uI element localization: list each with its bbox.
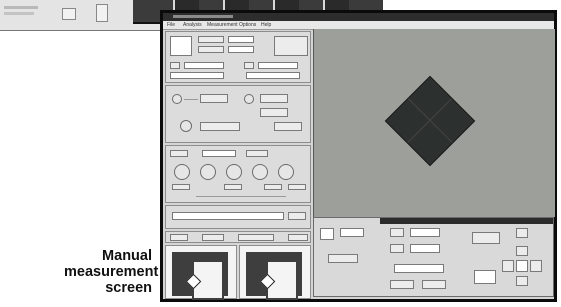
d2-value-field[interactable] bbox=[410, 244, 440, 253]
turret-tab[interactable] bbox=[170, 150, 188, 157]
caption-line: Manual bbox=[102, 248, 152, 264]
thumbnail-dark-area bbox=[172, 252, 228, 300]
window-title bbox=[173, 15, 233, 18]
menu-help[interactable]: Help bbox=[261, 21, 271, 29]
divider bbox=[196, 196, 286, 197]
objective-lens-icon[interactable] bbox=[226, 164, 242, 180]
stage-button[interactable] bbox=[198, 46, 224, 53]
stage-coordinate-field[interactable] bbox=[184, 62, 224, 69]
speed-selector[interactable] bbox=[474, 270, 496, 284]
center-button[interactable] bbox=[516, 260, 528, 272]
stage-input-field[interactable] bbox=[170, 72, 224, 79]
toolbar-button[interactable] bbox=[288, 234, 308, 241]
measure-value-field[interactable] bbox=[340, 228, 364, 237]
light-button[interactable] bbox=[200, 94, 228, 103]
stage-home-button[interactable] bbox=[274, 36, 308, 56]
d2-button[interactable] bbox=[390, 244, 404, 253]
stage-input-field[interactable] bbox=[246, 72, 300, 79]
menu-measurement[interactable]: Measurement bbox=[207, 21, 238, 29]
micrograph-image-view[interactable] bbox=[313, 29, 555, 217]
light-focus-panel bbox=[165, 85, 311, 143]
zoom-button[interactable] bbox=[200, 122, 240, 131]
diamond-indentation-icon bbox=[384, 75, 476, 167]
measure-button[interactable] bbox=[328, 254, 358, 263]
d1-button[interactable] bbox=[390, 228, 404, 237]
background-window-text-line bbox=[4, 6, 38, 9]
dialog-titlebar bbox=[380, 218, 553, 224]
arrow-right-button[interactable] bbox=[530, 260, 542, 272]
ok-button[interactable] bbox=[390, 280, 414, 289]
arrow-down-button[interactable] bbox=[516, 276, 528, 286]
figure-caption: Manual measurement screen bbox=[64, 248, 159, 296]
toolbar-button[interactable] bbox=[238, 234, 274, 241]
thumbnail-image[interactable] bbox=[239, 245, 311, 300]
auto-focus-button[interactable] bbox=[260, 108, 288, 117]
objective-field[interactable] bbox=[202, 150, 236, 157]
arrow-up-button[interactable] bbox=[516, 228, 528, 238]
stage-small-button[interactable] bbox=[244, 62, 254, 69]
arrow-left-button[interactable] bbox=[502, 260, 514, 272]
stage-position-icon bbox=[170, 36, 192, 56]
zoom-radio-icon[interactable] bbox=[180, 120, 192, 132]
thumbnail-dark-area bbox=[246, 252, 302, 300]
turret-tab[interactable] bbox=[246, 150, 268, 157]
menu-analysis[interactable]: Analysis bbox=[183, 21, 202, 29]
divider bbox=[184, 99, 198, 100]
stage-small-button[interactable] bbox=[170, 62, 180, 69]
objective-lens-icon[interactable] bbox=[200, 164, 216, 180]
objective-select-button[interactable] bbox=[224, 184, 242, 190]
manual-measurement-window: File Analysis Measurement Options Help bbox=[160, 10, 557, 302]
stage-coordinate-field[interactable] bbox=[258, 62, 298, 69]
background-window-text-line bbox=[4, 12, 34, 15]
position-slider[interactable] bbox=[172, 212, 284, 220]
cancel-button[interactable] bbox=[422, 280, 446, 289]
apply-button[interactable] bbox=[274, 122, 302, 131]
objective-lens-icon[interactable] bbox=[278, 164, 294, 180]
objective-select-button[interactable] bbox=[264, 184, 282, 190]
hardness-value-field bbox=[394, 264, 444, 273]
stage-value-field[interactable] bbox=[228, 36, 254, 43]
caption-line: measurement bbox=[64, 264, 159, 280]
objective-select-button[interactable] bbox=[172, 184, 190, 190]
light-radio-icon[interactable] bbox=[172, 94, 182, 104]
store-button[interactable] bbox=[472, 232, 500, 244]
objective-turret-panel bbox=[165, 145, 311, 203]
objective-lens-icon[interactable] bbox=[252, 164, 268, 180]
objective-lens-icon[interactable] bbox=[174, 164, 190, 180]
go-button[interactable] bbox=[288, 212, 306, 220]
toolbar-button[interactable] bbox=[170, 234, 188, 241]
arrow-up-button[interactable] bbox=[516, 246, 528, 256]
objective-select-button[interactable] bbox=[288, 184, 306, 190]
focus-button[interactable] bbox=[260, 94, 288, 103]
stage-value-field[interactable] bbox=[228, 46, 254, 53]
focus-radio-icon[interactable] bbox=[244, 94, 254, 104]
thumbnail-toolbar bbox=[165, 231, 311, 243]
measurement-dialog bbox=[313, 217, 554, 297]
stage-control-panel bbox=[165, 31, 311, 83]
window-titlebar bbox=[163, 13, 554, 21]
stage-button[interactable] bbox=[198, 36, 224, 43]
toolbar-button[interactable] bbox=[202, 234, 224, 241]
background-window-icon bbox=[62, 8, 76, 20]
measure-icon bbox=[320, 228, 334, 240]
slider-panel bbox=[165, 205, 311, 229]
menu-file[interactable]: File bbox=[167, 21, 175, 29]
caption-line: screen bbox=[105, 280, 152, 296]
d1-value-field[interactable] bbox=[410, 228, 440, 237]
thumbnail-image[interactable] bbox=[165, 245, 237, 300]
background-window-icon bbox=[96, 4, 108, 22]
menu-options[interactable]: Options bbox=[239, 21, 256, 29]
